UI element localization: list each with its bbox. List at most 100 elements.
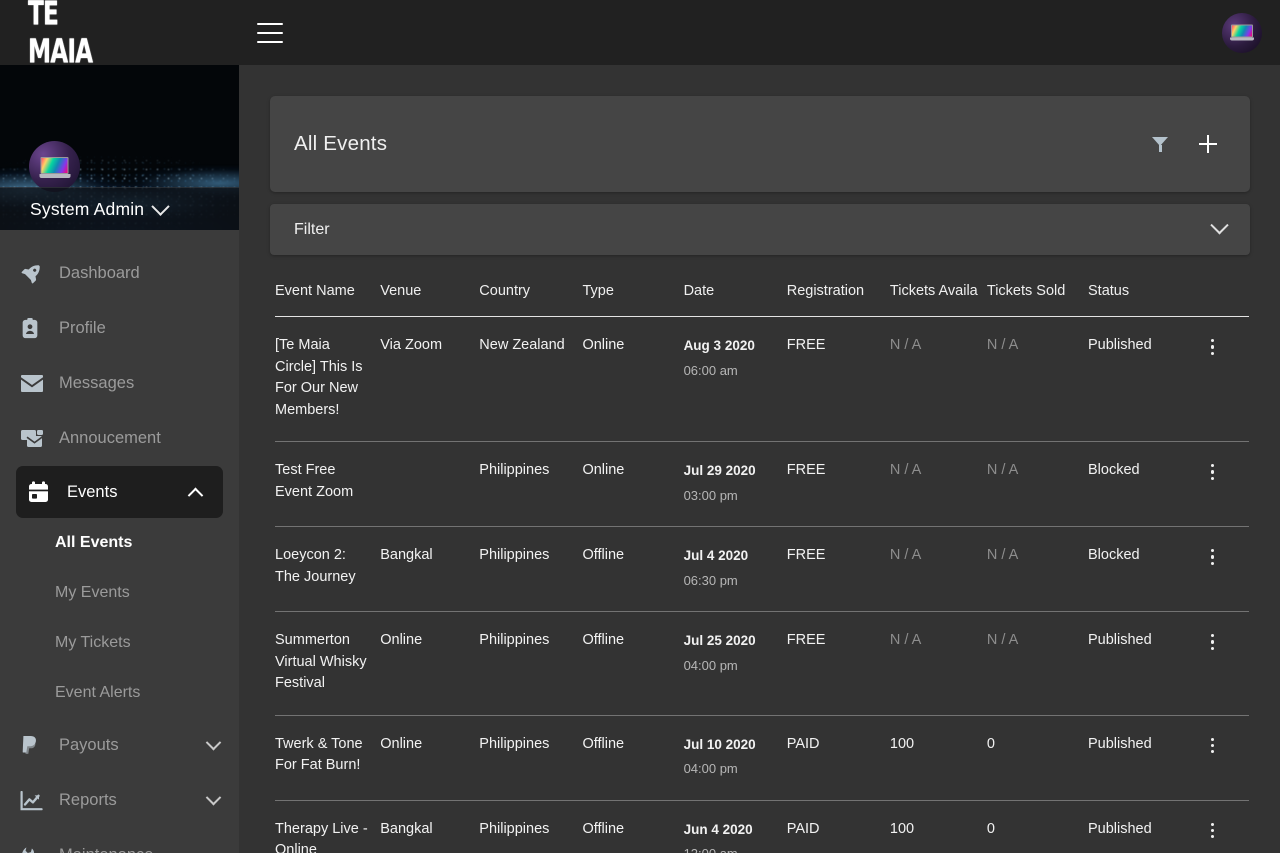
- column-header-type[interactable]: Type: [582, 277, 683, 317]
- sidebar-item-my-tickets[interactable]: My Tickets: [0, 618, 239, 668]
- cell-venue: Online: [380, 632, 423, 648]
- cell-tickets-sold: N / A: [986, 547, 1019, 563]
- sidebar-item-event-alerts[interactable]: Event Alerts: [0, 668, 239, 718]
- sidebar-item-label: Dashboard: [59, 264, 140, 282]
- sidebar-nav: Dashboard Profile Messages Annoucement E…: [0, 230, 239, 853]
- cell-country: Philippines: [479, 547, 550, 563]
- app-logo[interactable]: TE MAIA: [28, 0, 102, 70]
- paypal-icon: [20, 735, 46, 757]
- add-event-button[interactable]: [1191, 127, 1225, 161]
- id-badge-icon: [20, 317, 46, 340]
- table-body: [Te Maia Circle] This Is For Our New Mem…: [275, 317, 1249, 853]
- status-badge: Published: [1088, 735, 1152, 752]
- kebab-menu-icon[interactable]: [1201, 820, 1223, 842]
- column-header-registration[interactable]: Registration: [787, 277, 890, 317]
- column-header-tickets-sold[interactable]: Tickets Sold: [987, 277, 1088, 317]
- cell-actions: [1201, 612, 1249, 716]
- cell-tickets-sold: N / A: [986, 462, 1019, 478]
- cell-country: Philippines: [479, 735, 550, 752]
- cell-event-name: Twerk & Tone For Fat Burn!: [275, 735, 363, 774]
- wrench-icon: [20, 845, 46, 853]
- time-value: 06:30 pm: [683, 572, 738, 588]
- cell-tickets-sold: 0: [986, 820, 995, 837]
- kebab-menu-icon[interactable]: [1201, 631, 1223, 653]
- profile-avatar[interactable]: [29, 141, 80, 192]
- date-value: Aug 3 2020: [683, 338, 755, 353]
- date-value: Jul 4 2020: [683, 548, 749, 563]
- hamburger-menu-icon[interactable]: [257, 22, 283, 43]
- table-row[interactable]: [Te Maia Circle] This Is For Our New Mem…: [275, 317, 1249, 442]
- sidebar-item-payouts[interactable]: Payouts: [0, 718, 239, 773]
- kebab-menu-icon[interactable]: [1201, 461, 1223, 483]
- cell-tickets-sold: 0: [986, 735, 995, 752]
- cell-event-name: Summerton Virtual Whisky Festival: [275, 632, 367, 691]
- cell-registration: FREE: [786, 462, 826, 478]
- cell-actions: [1201, 527, 1249, 612]
- cell-tickets-available: N / A: [889, 337, 922, 353]
- chevron-down-icon[interactable]: [1210, 216, 1229, 235]
- profile-banner: System Admin: [0, 65, 239, 230]
- status-badge: Blocked: [1088, 547, 1140, 563]
- profile-switcher[interactable]: System Admin: [0, 187, 239, 230]
- sidebar-item-label: Profile: [59, 319, 106, 337]
- filter-button[interactable]: [1143, 127, 1177, 161]
- column-header-tickets-available[interactable]: Tickets Availa: [890, 277, 987, 317]
- time-value: 04:00 pm: [683, 761, 738, 776]
- sidebar-subitem-label: My Events: [55, 584, 130, 601]
- page-title: All Events: [294, 132, 388, 155]
- table-row[interactable]: Therapy Live - Online Bangkal Philippines O…: [275, 800, 1249, 853]
- sidebar-item-events[interactable]: Events: [16, 466, 223, 518]
- sidebar-item-my-events[interactable]: My Events: [0, 568, 239, 618]
- cell-type: Offline: [582, 820, 625, 837]
- cell-type: Offline: [582, 632, 625, 648]
- sidebar-item-maintenance[interactable]: Maintenance: [0, 828, 239, 853]
- table-row[interactable]: Test Free Event Zoom Philippines Online Jul…: [275, 442, 1249, 527]
- cell-registration: FREE: [786, 632, 826, 648]
- cell-registration: PAID: [786, 735, 820, 752]
- kebab-menu-icon[interactable]: [1201, 546, 1223, 568]
- cell-tickets-available: N / A: [889, 547, 922, 563]
- time-value: 12:00 am: [684, 843, 781, 853]
- column-header-country[interactable]: Country: [479, 277, 582, 317]
- chevron-down-icon[interactable]: [205, 734, 222, 751]
- column-header-date[interactable]: Date: [684, 277, 787, 317]
- sidebar-subitem-label: All Events: [55, 534, 133, 551]
- sidebar-item-reports[interactable]: Reports: [0, 773, 239, 828]
- sidebar-item-messages[interactable]: Messages: [0, 356, 239, 411]
- column-header-event-name[interactable]: Event Name: [275, 277, 380, 317]
- cell-type: Offline: [582, 547, 625, 563]
- time-value: 06:00 am: [683, 362, 738, 378]
- filter-panel-label: Filter: [294, 220, 330, 238]
- sidebar: System Admin Dashboard Profile Messages …: [0, 65, 239, 853]
- kebab-menu-icon[interactable]: [1201, 735, 1223, 757]
- cell-date: Jun 4 2020 12:00 am: [684, 800, 787, 853]
- table-row[interactable]: Twerk & Tone For Fat Burn! Online Philippi…: [275, 715, 1249, 800]
- sidebar-item-all-events[interactable]: All Events: [0, 518, 239, 568]
- status-badge: Published: [1088, 337, 1152, 353]
- time-value: 03:00 pm: [683, 487, 738, 503]
- table-row[interactable]: Loeycon 2: The Journey Bangkal Philippines…: [275, 527, 1249, 612]
- cell-venue: Via Zoom: [380, 337, 443, 353]
- sidebar-item-profile[interactable]: Profile: [0, 301, 239, 356]
- cell-tickets-sold: N / A: [986, 337, 1019, 353]
- cell-country: Philippines: [479, 462, 550, 478]
- date-value: Jul 25 2020: [683, 633, 756, 648]
- rocket-icon: [20, 263, 46, 285]
- avatar[interactable]: [1222, 12, 1262, 53]
- kebab-menu-icon[interactable]: [1201, 336, 1223, 358]
- sidebar-item-dashboard[interactable]: Dashboard: [0, 246, 239, 301]
- chevron-down-icon[interactable]: [205, 789, 222, 806]
- table-header-row: Event Name Venue Country Type Date Regis…: [275, 277, 1249, 317]
- events-table: Event Name Venue Country Type Date Regis…: [275, 277, 1249, 853]
- cell-registration: FREE: [786, 547, 826, 563]
- laptop-icon: [1230, 24, 1254, 42]
- column-header-status[interactable]: Status: [1088, 277, 1201, 317]
- table-row[interactable]: Summerton Virtual Whisky Festival Online P…: [275, 612, 1249, 716]
- laptop-icon: [39, 156, 70, 179]
- chevron-up-icon[interactable]: [187, 487, 204, 503]
- chevron-down-icon: [151, 196, 170, 216]
- filter-panel-toggle[interactable]: Filter: [270, 204, 1250, 255]
- cell-actions: [1201, 715, 1249, 800]
- sidebar-item-annoucement[interactable]: Annoucement: [0, 411, 239, 466]
- column-header-venue[interactable]: Venue: [380, 277, 479, 317]
